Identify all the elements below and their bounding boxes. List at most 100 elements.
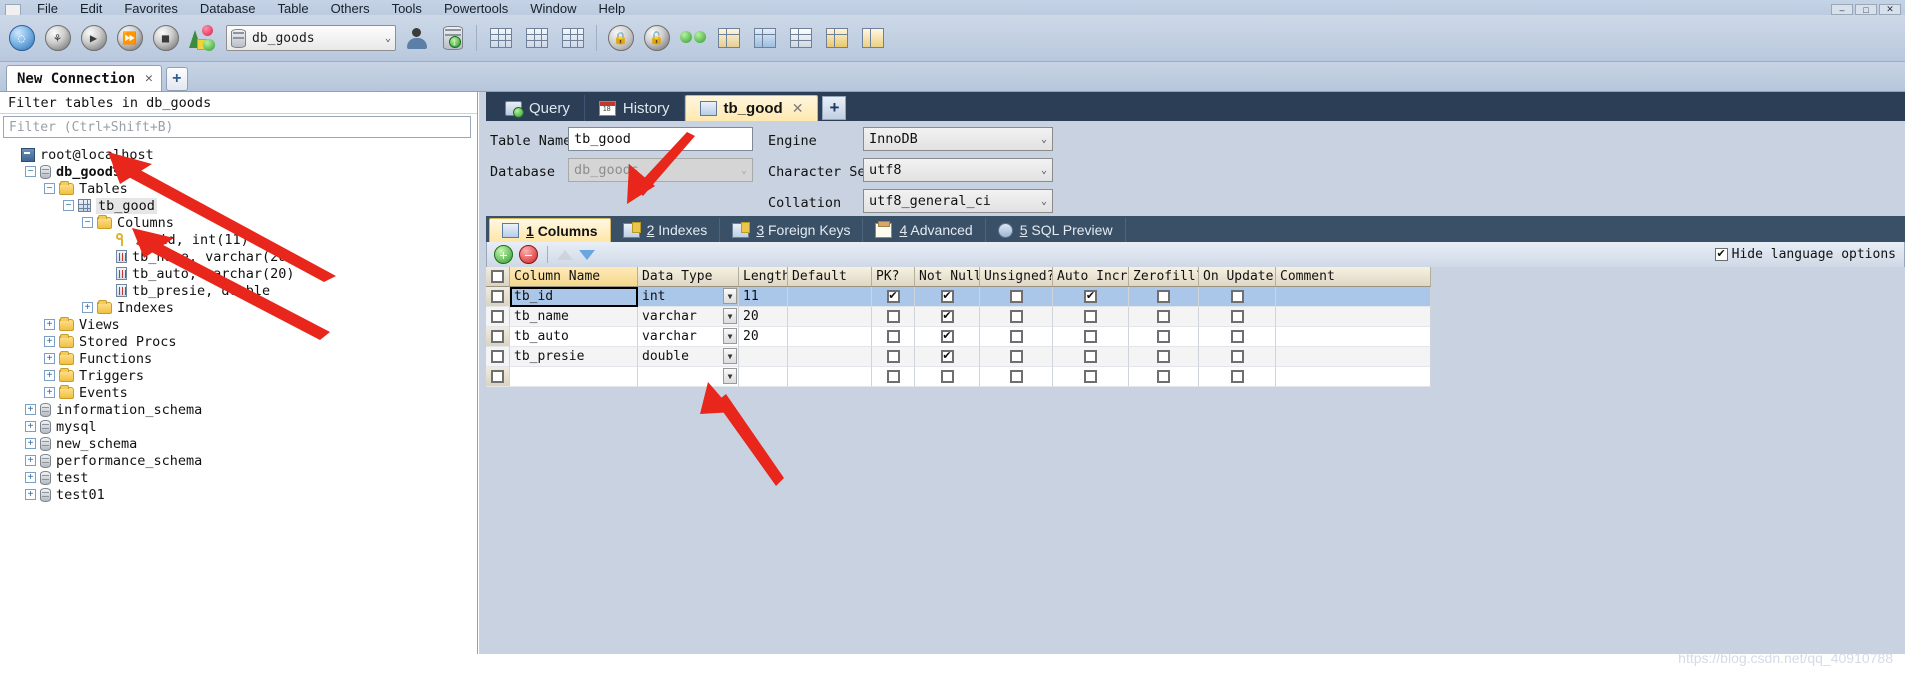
zerofill-checkbox[interactable] [1157,350,1170,363]
grid-cell-unsigned[interactable] [980,287,1053,307]
grid-header-zerofill[interactable]: Zerofill? [1129,267,1199,287]
autoincr-checkbox[interactable]: ✔ [1084,290,1097,303]
collation-select[interactable]: utf8_general_ci ⌄ [863,189,1053,213]
table-row[interactable]: tb_auto varchar ▼ 20 ✔ [486,327,1905,347]
grid-cell-notnull[interactable]: ✔ [915,307,980,327]
tree-node-tb-good[interactable]: − tb_good [6,197,477,214]
chevron-down-icon[interactable]: ▼ [723,368,737,384]
move-up-button[interactable] [557,249,573,260]
expand-toggle-icon[interactable]: + [25,438,36,449]
character-set-select[interactable]: utf8 ⌄ [863,158,1053,182]
grid-cell-comment[interactable] [1276,327,1431,347]
tree-node-root-localhost[interactable]: root@localhost [6,146,477,163]
remove-column-button[interactable]: − [519,245,538,264]
menu-item-database[interactable]: Database [189,0,267,15]
grid-cell-length[interactable]: 20 [739,327,788,347]
pk-checkbox[interactable]: ✔ [886,290,900,303]
table-name-input[interactable]: tb_good [568,127,753,151]
unsigned-checkbox[interactable] [1009,370,1023,383]
query-builder-button[interactable] [713,23,744,54]
grid-cell-zerofill[interactable] [1129,367,1199,387]
menu-item-others[interactable]: Others [320,0,381,15]
grid-header-unsigned[interactable]: Unsigned? [980,267,1053,287]
row-select-checkbox[interactable] [491,370,504,383]
grid-cell-autoincr[interactable] [1053,307,1129,327]
zerofill-checkbox[interactable] [1157,310,1170,323]
table-row[interactable]: ▼ [486,367,1905,387]
report-button[interactable] [785,23,816,54]
grid-cell-type[interactable]: int ▼ [638,287,739,307]
table-row[interactable]: tb_name varchar ▼ 20 ✔ [486,307,1905,327]
pivot-button[interactable] [821,23,852,54]
grid-cell-type[interactable]: ▼ [638,367,739,387]
grid-cell-onupdate[interactable] [1199,327,1276,347]
new-database-button[interactable]: ⚘ [42,23,73,54]
unsigned-checkbox[interactable] [1009,310,1023,323]
filter-input[interactable]: Filter (Ctrl+Shift+B) [3,116,471,138]
minimize-button[interactable]: – [1831,4,1853,15]
pk-checkbox[interactable] [886,310,900,323]
notnull-checkbox[interactable]: ✔ [940,290,954,303]
move-down-button[interactable] [579,249,595,260]
expand-toggle-icon[interactable]: + [25,472,36,483]
tab-advanced[interactable]: 4 Advanced [863,218,986,242]
new-connection-button[interactable]: ◌ [6,23,37,54]
row-select-checkbox[interactable] [491,310,504,323]
grid-cell-unsigned[interactable] [980,307,1053,327]
grid-cell-type[interactable]: varchar ▼ [638,307,739,327]
grid-cell-name[interactable]: tb_id [510,287,638,307]
new-table-button[interactable] [557,23,588,54]
grid-cell-onupdate[interactable] [1199,307,1276,327]
tree-node-tb-presie-double[interactable]: tb_presie, double [6,282,477,299]
expand-toggle-icon[interactable]: + [44,353,55,364]
menu-item-window[interactable]: Window [519,0,587,15]
grid-cell-default[interactable] [788,287,872,307]
zerofill-checkbox[interactable] [1157,370,1170,383]
run-query-button[interactable]: ▶ [78,23,109,54]
grid-cell-zerofill[interactable] [1129,307,1199,327]
tree-node-functions[interactable]: + Functions [6,350,477,367]
grid-cell-zerofill[interactable] [1129,287,1199,307]
collapse-toggle-icon[interactable]: − [82,217,93,228]
grid-header-onupdate[interactable]: On Update [1199,267,1276,287]
grid-cell-notnull[interactable] [915,367,980,387]
grid-cell-autoincr[interactable]: ✔ [1053,287,1129,307]
notnull-checkbox[interactable]: ✔ [940,330,954,343]
menu-item-edit[interactable]: Edit [69,0,113,15]
grid-cell-rowcheck[interactable] [486,367,510,387]
onupdate-checkbox[interactable] [1230,290,1244,303]
backup-button[interactable]: ↓ [437,23,468,54]
grid-header-pk[interactable]: PK? [872,267,915,287]
expand-toggle-icon[interactable]: + [25,404,36,415]
pk-checkbox[interactable] [886,350,900,363]
tree-node-test01[interactable]: + test01 [6,486,477,503]
commit-button[interactable]: 🔒 [605,23,636,54]
run-all-button[interactable]: ⏩ [114,23,145,54]
grid-cell-comment[interactable] [1276,287,1431,307]
autoincr-checkbox[interactable] [1084,310,1097,323]
grid-cell-pk[interactable] [872,347,915,367]
grid-cell-comment[interactable] [1276,367,1431,387]
grid-cell-comment[interactable] [1276,307,1431,327]
grid-cell-notnull[interactable]: ✔ [915,327,980,347]
collapse-toggle-icon[interactable]: − [63,200,74,211]
tab-foreign-keys[interactable]: 3 Foreign Keys [720,218,864,242]
grid-cell-default[interactable] [788,327,872,347]
maximize-button[interactable]: □ [1855,4,1877,15]
tree-node-performance-schema[interactable]: + performance_schema [6,452,477,469]
tree-node-tb-auto-varchar-20-[interactable]: tb_auto, varchar(20) [6,265,477,282]
grid-header-notnull[interactable]: Not Null? [915,267,980,287]
unsigned-checkbox[interactable] [1009,330,1023,343]
grid-cell-length[interactable] [739,347,788,367]
unsigned-checkbox[interactable] [1009,290,1023,303]
notnull-checkbox[interactable]: ✔ [940,350,954,363]
menu-item-file[interactable]: File [26,0,69,15]
grid-cell-type[interactable]: double ▼ [638,347,739,367]
autoincr-checkbox[interactable] [1084,350,1097,363]
expand-toggle-icon[interactable]: + [25,421,36,432]
close-button[interactable]: ✕ [1879,4,1901,15]
autoincr-checkbox[interactable] [1084,330,1097,343]
add-connection-button[interactable]: + [165,67,188,91]
grid-cell-name[interactable]: tb_auto [510,327,638,347]
hide-language-options-checkbox[interactable]: ✔ Hide language options [1714,247,1896,262]
